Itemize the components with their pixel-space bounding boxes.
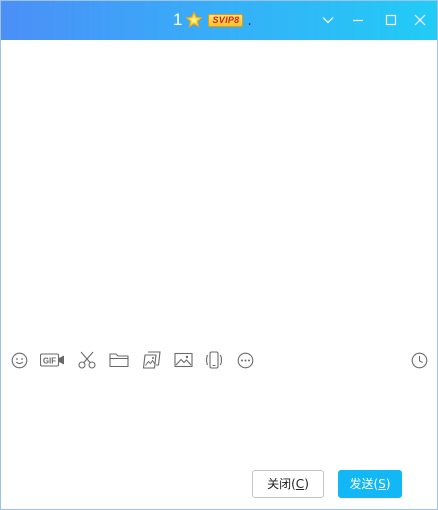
chat-window: 1 SVIP8 . GIF 关闭(C) 发送(S) <box>0 0 438 510</box>
contact-name: 1 <box>173 10 183 29</box>
gif-icon: GIF <box>40 353 64 367</box>
title-trailing-text: . <box>247 14 252 29</box>
send-button-label: 发送( <box>349 477 379 491</box>
folder-icon <box>109 353 129 368</box>
gif-button[interactable]: GIF <box>40 350 65 370</box>
message-history-button[interactable] <box>410 350 428 370</box>
gif-label: GIF <box>43 357 56 366</box>
close-button-suffix: ) <box>304 477 309 491</box>
screenshot-button[interactable] <box>77 350 97 370</box>
close-accel-key: C <box>295 477 305 491</box>
input-toolbar: GIF <box>1 346 437 374</box>
image-icon <box>174 352 193 368</box>
maximize-icon <box>385 14 397 26</box>
smiley-icon <box>11 352 27 368</box>
close-button[interactable] <box>409 9 431 31</box>
more-icon <box>237 352 253 368</box>
shake-phone-icon <box>205 351 223 369</box>
message-input[interactable] <box>1 374 437 461</box>
more-button[interactable] <box>236 350 254 370</box>
minimize-icon <box>353 19 363 22</box>
window-shake-button[interactable] <box>204 350 224 370</box>
svip-badge[interactable]: SVIP8 <box>208 13 244 27</box>
gallery-icon <box>142 351 161 369</box>
title-group: 1 SVIP8 . <box>173 10 252 30</box>
image-gallery-button[interactable] <box>142 350 162 370</box>
close-icon <box>414 14 426 26</box>
emoji-button[interactable] <box>10 350 28 370</box>
scissors-icon <box>78 351 96 369</box>
close-button-label: 关闭( <box>267 477 296 491</box>
close-chat-button[interactable]: 关闭(C) <box>252 470 324 498</box>
chevron-down-icon <box>322 17 334 24</box>
star-icon <box>185 11 204 28</box>
send-image-button[interactable] <box>174 350 193 370</box>
clock-icon <box>411 352 427 368</box>
title-bar[interactable]: 1 SVIP8 . <box>1 1 437 40</box>
send-accel-key: S <box>378 477 386 491</box>
minimize-button[interactable] <box>347 9 369 31</box>
send-file-button[interactable] <box>109 350 129 370</box>
message-history-area[interactable] <box>1 40 437 344</box>
send-button[interactable]: 发送(S) <box>338 470 402 498</box>
dropdown-button[interactable] <box>317 9 339 31</box>
maximize-button[interactable] <box>380 9 402 31</box>
send-button-suffix: ) <box>385 477 391 491</box>
